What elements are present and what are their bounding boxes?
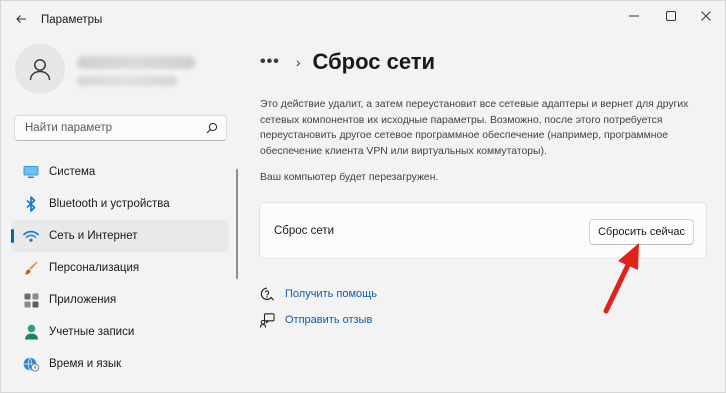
sidebar-item-time-language[interactable]: Время и язык [11,348,229,380]
user-name-blurred [77,56,195,69]
more-icon[interactable]: ••• [260,53,280,71]
annotation-arrow-icon [603,243,639,314]
sidebar-nav: Система Bluetooth и устройства Сеть и Ин… [11,156,229,380]
help-icon [259,286,275,302]
user-email-blurred [77,76,177,86]
sidebar-item-label: Персонализация [49,262,140,274]
maximize-icon [666,10,676,24]
search-input[interactable]: Найти параметр [14,115,227,141]
send-feedback-link[interactable]: Отправить отзыв [259,311,372,329]
close-icon [701,10,711,24]
sidebar-item-label: Сеть и Интернет [49,230,138,242]
minimize-button[interactable] [619,6,649,28]
close-button[interactable] [691,6,721,28]
page-title: Сброс сети [312,49,436,74]
sidebar-item-bluetooth[interactable]: Bluetooth и устройства [11,188,229,220]
arrow-left-icon [15,12,27,28]
settings-window: Параметры Найти параметр Система Bluetoo… [0,0,726,393]
app-title: Параметры [41,14,103,26]
sidebar-scrollbar[interactable] [236,169,238,279]
minimize-icon [629,10,639,24]
get-help-link[interactable]: Получить помощь [259,285,377,303]
sidebar-item-label: Bluetooth и устройства [49,198,170,210]
bluetooth-icon [23,196,39,212]
user-icon [29,59,51,81]
feedback-icon [259,312,275,328]
breadcrumb: ••• › Сброс сети [260,46,435,78]
restart-note: Ваш компьютер будет перезагружен. [260,172,439,183]
sidebar-item-label: Учетные записи [49,326,135,338]
sidebar-item-accounts[interactable]: Учетные записи [11,316,229,348]
apps-icon [23,292,39,308]
search-placeholder: Найти параметр [25,122,113,134]
wifi-icon [23,228,39,244]
link-label: Получить помощь [285,288,377,300]
sidebar-item-apps[interactable]: Приложения [11,284,229,316]
sidebar-item-network[interactable]: Сеть и Интернет [11,220,229,252]
sidebar-item-system[interactable]: Система [11,156,229,188]
brush-icon [23,260,39,276]
search-icon [206,122,218,134]
back-button[interactable] [9,9,33,31]
globe-clock-icon [23,356,39,372]
description-text: Это действие удалит, а затем переустанов… [260,99,689,157]
user-profile[interactable] [15,44,235,100]
card-label: Сброс сети [274,225,335,237]
sidebar-item-personalization[interactable]: Персонализация [11,252,229,284]
avatar [15,44,65,94]
monitor-icon [23,164,39,180]
sidebar-item-label: Время и язык [49,358,122,370]
person-icon [23,324,39,340]
maximize-button[interactable] [656,6,686,28]
title-bar: Параметры [1,1,725,37]
sidebar-item-label: Система [49,166,96,178]
sidebar-item-label: Приложения [49,294,117,306]
chevron-right-icon: › [295,54,301,70]
link-label: Отправить отзыв [285,314,373,326]
